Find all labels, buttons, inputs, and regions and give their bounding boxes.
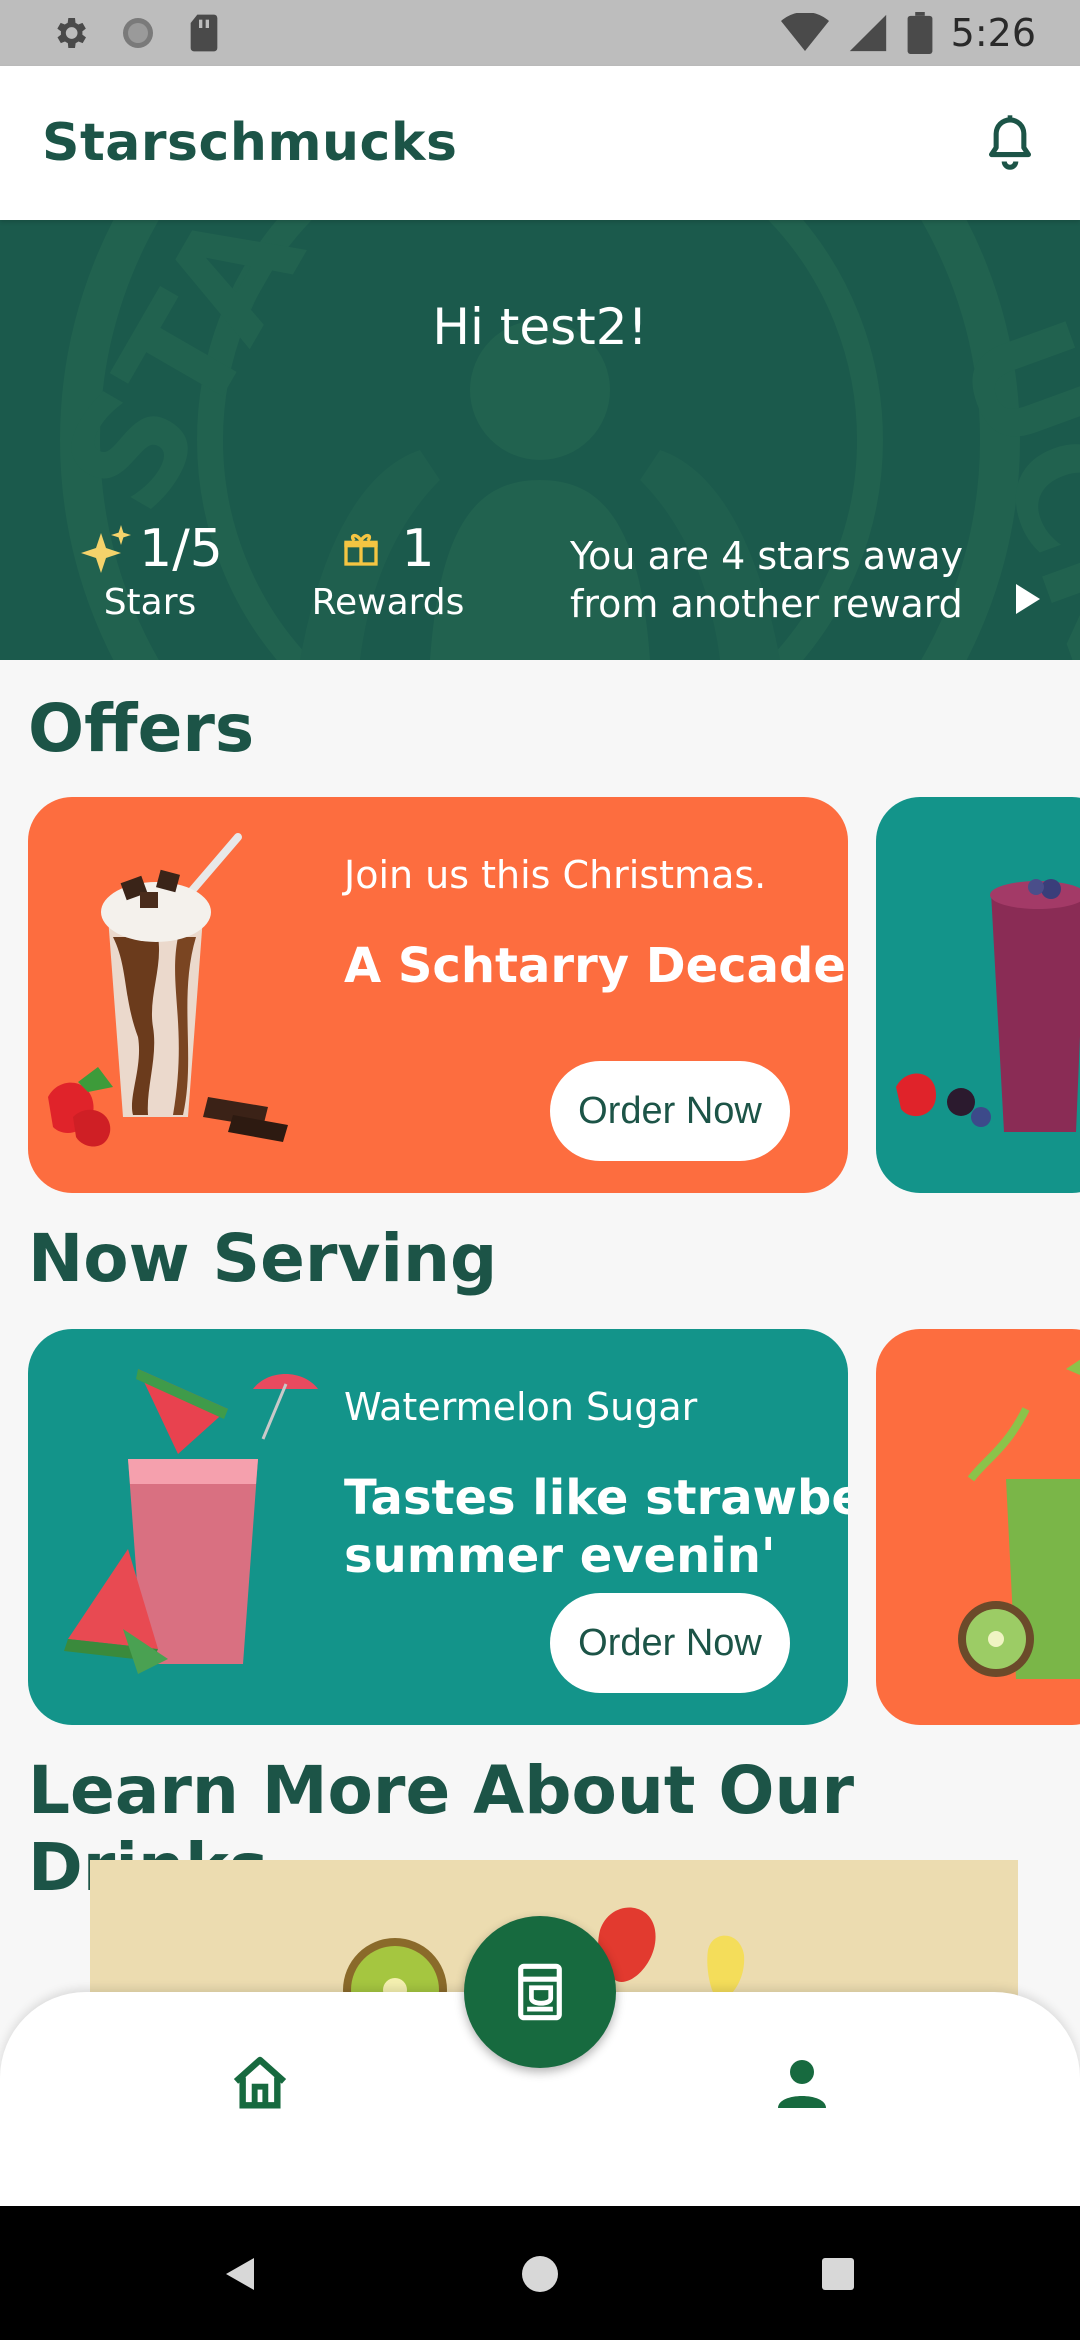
serving-card-2[interactable] bbox=[876, 1329, 1080, 1725]
back-icon[interactable] bbox=[222, 2254, 262, 2294]
kiwi-drink-image bbox=[958, 1359, 1080, 1679]
reward-message[interactable]: You are 4 stars away from another reward bbox=[570, 532, 990, 628]
wifi-icon bbox=[780, 13, 829, 51]
sparkle-icon bbox=[81, 525, 132, 573]
sync-icon bbox=[123, 18, 153, 48]
rewards-value: 1 bbox=[401, 519, 435, 579]
offer-card-1[interactable]: Join us this Christmas. A Schtarry Decad… bbox=[28, 797, 848, 1193]
rewards-label: Rewards bbox=[311, 582, 465, 623]
rewards-hero: STA UCK Hi test2! 1/5 Stars 1 Rewards Yo… bbox=[0, 220, 1080, 660]
app-bar: Starschmucks bbox=[0, 66, 1080, 220]
status-time: 5:26 bbox=[950, 11, 1036, 55]
reward-message-line-1: You are 4 stars away bbox=[570, 534, 963, 578]
order-fab-button[interactable] bbox=[464, 1916, 616, 2068]
order-now-button[interactable]: Order Now bbox=[550, 1593, 790, 1693]
status-bar: 5:26 bbox=[0, 0, 1080, 66]
app-title: Starschmucks bbox=[42, 113, 458, 173]
settings-icon bbox=[57, 18, 86, 48]
recents-icon[interactable] bbox=[818, 2254, 858, 2294]
serving-card-1[interactable]: Watermelon Sugar Tastes like strawberrie… bbox=[28, 1329, 848, 1725]
offer-card-2[interactable] bbox=[876, 797, 1080, 1193]
gift-icon bbox=[344, 534, 379, 566]
play-arrow-icon[interactable] bbox=[1014, 582, 1042, 616]
coffee-machine-icon bbox=[518, 1963, 562, 2021]
rewards-stat: 1 Rewards bbox=[278, 516, 498, 623]
signal-icon bbox=[849, 14, 886, 52]
serving-subtitle: Watermelon Sugar bbox=[344, 1385, 698, 1429]
stars-value: 1/5 bbox=[139, 519, 223, 579]
battery-icon bbox=[907, 12, 933, 54]
greeting-text: Hi test2! bbox=[432, 298, 648, 356]
offer-headline: A Schtarry Decade bbox=[344, 938, 846, 994]
now-serving-title: Now Serving bbox=[28, 1220, 498, 1297]
order-now-button[interactable]: Order Now bbox=[550, 1061, 790, 1161]
home-icon[interactable] bbox=[228, 2052, 292, 2116]
reward-message-line-2: from another reward bbox=[570, 582, 963, 626]
sd-card-icon bbox=[190, 14, 218, 52]
stars-label: Stars bbox=[103, 582, 197, 623]
profile-icon[interactable] bbox=[770, 2052, 834, 2116]
watermelon-drink-image bbox=[64, 1369, 318, 1674]
offers-title: Offers bbox=[28, 690, 255, 767]
home-circle-icon[interactable] bbox=[520, 2254, 560, 2294]
berry-smoothie-image bbox=[896, 879, 1080, 1132]
bell-icon[interactable] bbox=[982, 113, 1038, 173]
milkshake-image bbox=[48, 833, 288, 1147]
system-navigation-bar bbox=[0, 2206, 1080, 2340]
offer-subtitle: Join us this Christmas. bbox=[344, 853, 767, 897]
stars-stat: 1/5 Stars bbox=[60, 516, 240, 623]
serving-headline: Tastes like strawberries summer evenin' bbox=[344, 1470, 848, 1584]
